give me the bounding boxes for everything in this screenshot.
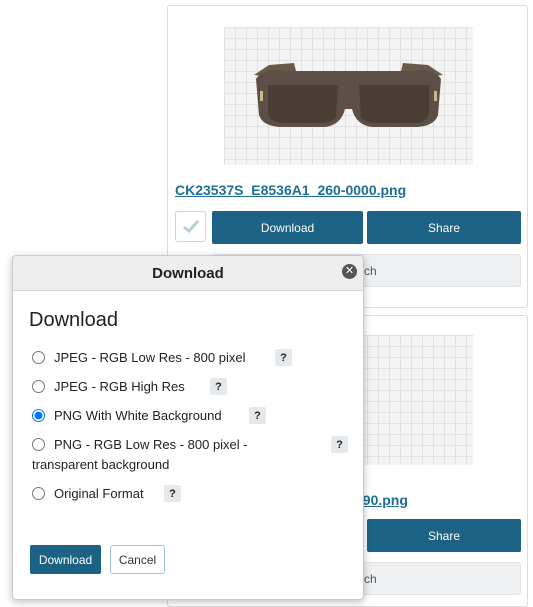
radio-jpeg-low[interactable] bbox=[32, 351, 45, 364]
help-icon[interactable]: ? bbox=[249, 407, 266, 424]
option-label-line1: PNG - RGB Low Res - 800 pixel - bbox=[54, 437, 248, 452]
option-label: JPEG - RGB High Res bbox=[54, 379, 185, 394]
dialog-header: Download ✕ bbox=[13, 256, 363, 291]
close-icon[interactable]: ✕ bbox=[342, 264, 357, 279]
check-icon bbox=[183, 220, 199, 233]
share-button[interactable]: Share bbox=[367, 519, 521, 552]
help-icon[interactable]: ? bbox=[275, 349, 292, 366]
cancel-button[interactable]: Cancel bbox=[110, 545, 165, 574]
help-icon[interactable]: ? bbox=[164, 485, 181, 502]
radio-png-white[interactable] bbox=[32, 409, 45, 422]
select-checkbox[interactable] bbox=[175, 211, 206, 242]
radio-png-transparent[interactable] bbox=[32, 438, 45, 451]
asset-filename-link[interactable]: CK23537S_E8536A1_260-0000.png bbox=[175, 182, 406, 198]
help-icon[interactable]: ? bbox=[210, 378, 227, 395]
download-button[interactable]: Download bbox=[212, 211, 363, 244]
option-label: JPEG - RGB Low Res - 800 pixel bbox=[54, 350, 246, 365]
confirm-download-button[interactable]: Download bbox=[30, 545, 101, 574]
share-button[interactable]: Share bbox=[367, 211, 521, 244]
sunglasses-image bbox=[254, 63, 443, 127]
dialog-title: Download bbox=[152, 264, 224, 282]
option-label: Original Format bbox=[54, 486, 144, 501]
product-thumbnail[interactable] bbox=[224, 27, 473, 165]
radio-jpeg-high[interactable] bbox=[32, 380, 45, 393]
dialog-subtitle: Download bbox=[29, 309, 118, 331]
option-label-line2: transparent background bbox=[32, 457, 170, 472]
help-icon[interactable]: ? bbox=[331, 436, 348, 453]
option-label: PNG With White Background bbox=[54, 408, 222, 423]
radio-original[interactable] bbox=[32, 487, 45, 500]
download-dialog: Download ✕ Download JPEG - RGB Low Res -… bbox=[12, 255, 364, 600]
